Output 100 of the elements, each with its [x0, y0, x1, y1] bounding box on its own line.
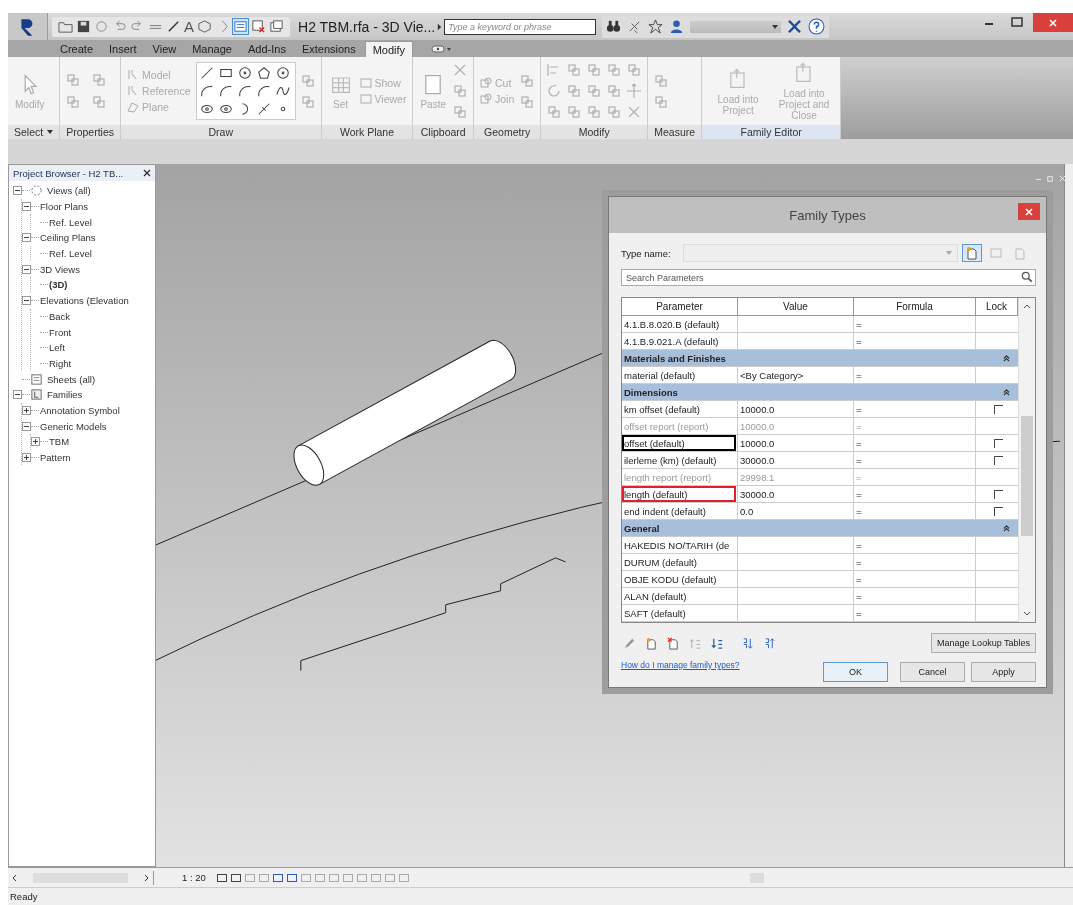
lock-checkbox[interactable] — [993, 404, 1003, 414]
sort-ascending-icon[interactable] — [741, 636, 754, 650]
user-icon[interactable] — [669, 19, 685, 34]
collapse-icon[interactable] — [22, 296, 31, 306]
lock-checkbox[interactable] — [993, 455, 1003, 465]
view-control-icon[interactable] — [271, 871, 284, 884]
close-window-icon[interactable] — [251, 19, 266, 34]
tree-item[interactable]: Back — [48, 310, 72, 322]
expand-icon[interactable] — [22, 453, 31, 463]
help-icon[interactable] — [808, 18, 826, 35]
tree-item[interactable]: Elevations (Elevation — [39, 295, 130, 307]
circle-pt-icon[interactable] — [237, 66, 252, 80]
cylinder-drawing[interactable] — [293, 339, 517, 486]
scroll-left-icon[interactable] — [11, 873, 17, 882]
collapse-icon[interactable] — [13, 390, 22, 400]
folder-icon[interactable] — [58, 19, 73, 34]
collapse-icon[interactable] — [1003, 524, 1010, 532]
tree-item[interactable]: Sheets (all) — [46, 373, 97, 385]
tree-item[interactable]: TBM — [48, 436, 71, 448]
ribbon-tab[interactable]: View — [145, 41, 184, 57]
tree-item[interactable]: Ceiling Plans — [39, 232, 97, 244]
view-control-icon[interactable] — [215, 871, 228, 884]
binoculars-icon[interactable] — [606, 19, 622, 34]
scrollbar[interactable] — [1064, 164, 1073, 867]
pencil-icon[interactable] — [623, 636, 636, 650]
collapse-icon[interactable] — [1003, 354, 1010, 362]
column-header[interactable]: Parameter — [622, 298, 738, 315]
view-control-icon[interactable] — [285, 871, 298, 884]
collapse-icon[interactable] — [22, 421, 31, 431]
tree-item[interactable]: (3D) — [48, 279, 69, 291]
lock-checkbox[interactable] — [993, 438, 1003, 448]
collapse-icon[interactable] — [1003, 388, 1010, 396]
ribbon-tab[interactable]: Insert — [102, 41, 144, 57]
tree-item[interactable]: Pattern — [39, 452, 72, 464]
text-tool[interactable]: A — [184, 18, 194, 35]
delete-parameter-icon[interactable] — [667, 636, 680, 650]
rotate-icon[interactable] — [546, 83, 563, 99]
spline-icon[interactable] — [275, 84, 290, 98]
scroll-right-icon[interactable] — [144, 873, 150, 882]
move-down-icon[interactable] — [711, 636, 724, 650]
arc-icon[interactable] — [218, 84, 233, 98]
plane-icon[interactable] — [127, 101, 140, 113]
column-header[interactable]: Formula — [854, 298, 976, 315]
scroll-up-icon[interactable] — [1023, 303, 1031, 309]
circle-icon[interactable] — [275, 66, 290, 80]
tree-item[interactable]: Views (all) — [46, 185, 92, 197]
tree-item[interactable]: Ref. Level — [48, 216, 93, 228]
star-icon[interactable] — [648, 19, 664, 34]
close-icon[interactable] — [143, 169, 151, 177]
tree-item[interactable]: Annotation Symbol — [39, 404, 121, 416]
search-field[interactable]: Search Parameters — [621, 269, 1036, 286]
collapse-icon[interactable] — [22, 233, 31, 243]
lock-checkbox[interactable] — [993, 506, 1003, 516]
arc-icon[interactable] — [237, 84, 252, 98]
lock-checkbox[interactable] — [993, 489, 1003, 499]
caret-icon[interactable] — [47, 130, 54, 134]
shapes-icon[interactable] — [480, 77, 492, 89]
arc-icon[interactable] — [256, 84, 271, 98]
sign-in-field[interactable] — [690, 20, 782, 33]
view-scale[interactable]: 1 : 20 — [182, 872, 206, 883]
dialog-button[interactable]: Apply — [971, 662, 1036, 682]
restore-icon[interactable] — [1046, 174, 1055, 183]
collapse-icon[interactable] — [22, 264, 31, 274]
tree-item[interactable]: Families — [46, 389, 84, 401]
search-field[interactable]: Type a keyword or phrase — [444, 18, 597, 35]
collapse-icon[interactable] — [22, 202, 31, 212]
tree-item[interactable]: Generic Models — [39, 420, 108, 432]
pick-icon[interactable] — [256, 102, 271, 116]
dialog-button[interactable]: OK — [823, 662, 888, 682]
ribbon-tab[interactable]: Extensions — [294, 41, 363, 57]
ribbon-tab[interactable]: Create — [53, 41, 101, 57]
plane-icon[interactable] — [359, 77, 372, 89]
ribbon-tab[interactable]: Add-Ins — [240, 41, 293, 57]
application-menu-button[interactable] — [8, 13, 48, 40]
delete-icon[interactable] — [452, 62, 468, 78]
close-button[interactable] — [1033, 13, 1073, 32]
view-control-icon[interactable] — [229, 871, 242, 884]
ribbon-tab[interactable]: Manage — [185, 41, 239, 57]
tree-item[interactable]: 3D Views — [39, 263, 81, 275]
new-parameter-icon[interactable] — [645, 636, 658, 650]
group-header[interactable]: Materials and Finishes — [622, 350, 1018, 367]
tree-item[interactable]: Right — [48, 357, 73, 369]
collapse-icon[interactable] — [13, 186, 22, 196]
move-up-icon[interactable] — [689, 636, 702, 650]
panel-toggle-icon[interactable] — [431, 44, 454, 54]
dialog-button[interactable]: Cancel — [900, 662, 965, 682]
caret-icon[interactable] — [772, 24, 779, 29]
tree-item[interactable]: Left — [48, 342, 66, 354]
line-icon[interactable] — [199, 66, 214, 80]
expand-icon[interactable] — [22, 405, 31, 415]
expand-icon[interactable] — [31, 437, 40, 447]
tree-item[interactable]: Front — [48, 326, 73, 338]
eye-icon[interactable] — [218, 102, 233, 116]
tree-item[interactable]: Floor Plans — [39, 201, 90, 213]
ribbon-tab[interactable]: Modify — [364, 41, 414, 57]
ellipse-icon[interactable] — [199, 102, 214, 116]
polygon-icon[interactable] — [256, 66, 271, 80]
plane-icon[interactable] — [359, 93, 372, 105]
manage-lookup-tables-button[interactable]: Manage Lookup Tables — [931, 633, 1036, 653]
rect-icon[interactable] — [218, 66, 233, 80]
